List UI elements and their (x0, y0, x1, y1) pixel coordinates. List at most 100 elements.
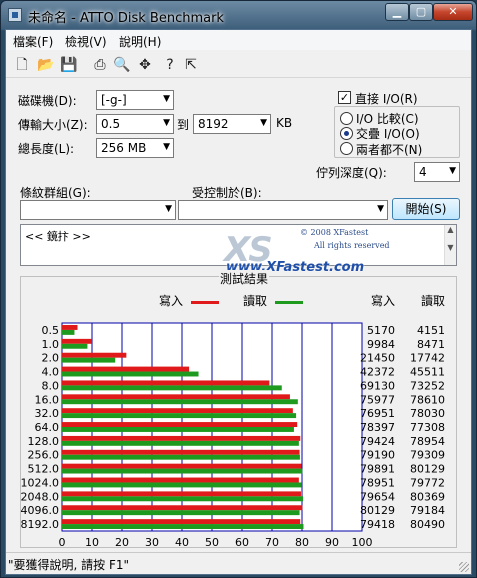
read-value: 17742 (410, 352, 445, 365)
direct-io-checkbox[interactable]: ✓ (338, 91, 351, 104)
menu-bar: 檔案(F) 檢視(V) 說明(H) (6, 30, 471, 50)
title-bar[interactable]: 未命名 - ATTO Disk Benchmark ▁ ▢ ✕ (1, 1, 476, 29)
x-tick-label: 0 (59, 536, 66, 549)
pattern-select[interactable]: ▼ (20, 200, 176, 220)
print-preview-icon[interactable]: 🔍 (113, 56, 131, 74)
row-label: 256.0 (28, 449, 60, 462)
close-button[interactable]: ✕ (433, 3, 473, 21)
x-tick-label: 80 (295, 536, 309, 549)
context-help-icon[interactable]: ⇱ (182, 56, 200, 74)
legend-read-label: 讀取 (243, 294, 267, 308)
write-bar (62, 519, 301, 525)
overlap-io-label: 交疊 I/O(O) (356, 127, 420, 141)
write-value: 78951 (360, 476, 395, 489)
direct-io-label: 直接 I/O(R) (355, 92, 418, 106)
write-value: 79654 (360, 490, 395, 503)
menu-file[interactable]: 檔案(F) (13, 33, 53, 50)
read-bar (62, 510, 300, 516)
neither-label: 兩者都不(N) (356, 143, 423, 157)
x-tick-label: 70 (265, 536, 279, 549)
transfer-max-select[interactable]: 8192 ▼ (193, 114, 271, 134)
queue-depth-select[interactable]: 4 ▼ (414, 162, 460, 182)
write-value: 79418 (360, 518, 395, 531)
chevron-down-icon: ▼ (163, 142, 170, 152)
row-label: 2.0 (42, 352, 60, 365)
transfer-max-value: 8192 (198, 117, 229, 131)
help-icon[interactable]: ? (161, 56, 179, 74)
write-value: 69130 (360, 379, 395, 392)
io-compare-radio[interactable] (340, 112, 353, 125)
neither-radio[interactable] (340, 142, 353, 155)
write-bar (62, 352, 127, 358)
drive-label: 磁碟機(D): (18, 94, 77, 108)
drive-select[interactable]: [-g-] ▼ (96, 90, 174, 110)
results-title: 測試結果 (219, 270, 270, 287)
transfer-to-label: 到 (177, 118, 190, 132)
app-icon (8, 8, 22, 22)
write-value: 76951 (360, 407, 395, 420)
read-bar (62, 440, 299, 446)
controlled-by-select[interactable]: ▼ (178, 200, 388, 220)
drive-value: [-g-] (101, 93, 127, 107)
client-area: 檔案(F) 檢視(V) 說明(H) 🗋 📂 💾 ⎙ 🔍 ✥ ? ⇱ 磁碟機(D)… (5, 29, 472, 575)
memo-scrollbar[interactable]: ▲ ▼ (444, 225, 456, 265)
app-window: 未命名 - ATTO Disk Benchmark ▁ ▢ ✕ 檔案(F) 檢視… (0, 0, 477, 578)
menu-view[interactable]: 檢視(V) (65, 33, 107, 50)
start-button[interactable]: 開始(S) (392, 198, 460, 220)
write-bar (62, 435, 301, 441)
move-icon[interactable]: ✥ (136, 56, 154, 74)
row-label: 4.0 (42, 366, 60, 379)
open-icon[interactable]: 📂 (37, 56, 55, 74)
read-bar (62, 385, 282, 391)
chevron-down-icon: ▼ (165, 204, 172, 214)
chevron-down-icon: ▼ (449, 166, 456, 176)
resize-grip-icon[interactable] (459, 562, 469, 572)
write-bar (62, 380, 270, 386)
row-label: 64.0 (35, 421, 60, 434)
write-bar (62, 366, 190, 372)
transfer-size-label: 傳輸大小(Z): (18, 118, 88, 132)
x-tick-label: 10 (85, 536, 99, 549)
read-value: 73252 (410, 379, 445, 392)
save-icon[interactable]: 💾 (60, 56, 78, 74)
overlap-io-radio[interactable] (340, 127, 353, 140)
transfer-min-value: 0.5 (101, 117, 121, 131)
read-bar (62, 454, 300, 460)
controlled-by-label: 受控制於(B): (192, 186, 262, 200)
write-value: 79190 (360, 449, 395, 462)
print-icon[interactable]: ⎙ (91, 56, 109, 74)
write-value: 79424 (360, 435, 395, 448)
total-length-select[interactable]: 256 MB ▼ (96, 138, 174, 158)
read-value: 80369 (410, 490, 445, 503)
menu-help[interactable]: 說明(H) (119, 33, 161, 50)
queue-depth-label: 佇列深度(Q): (316, 166, 387, 180)
write-value: 5170 (367, 324, 395, 337)
row-label: 2048.0 (21, 490, 59, 503)
new-icon[interactable]: 🗋 (13, 56, 31, 74)
read-bar (62, 371, 199, 377)
chevron-down-icon: ▼ (163, 94, 170, 104)
row-label: 4096.0 (21, 504, 59, 517)
chevron-down-icon: ▼ (163, 118, 170, 128)
row-label: 1024.0 (21, 476, 59, 489)
minimize-button[interactable]: ▁ (385, 3, 409, 21)
transfer-min-select[interactable]: 0.5 ▼ (96, 114, 174, 134)
read-bar (62, 524, 304, 529)
read-value: 8471 (417, 338, 445, 351)
benchmark-chart: 寫入 讀取 寫入 讀取 0 10 20 30 40 50 60 70 80 90 100 0.5 5170 415… (21, 293, 446, 565)
results-panel: 測試結果 寫入 讀取 寫入 讀取 0 10 20 30 40 50 60 70 80 90 100 0.5 51… (20, 270, 457, 565)
read-value: 78030 (410, 407, 445, 420)
row-label: 8192.0 (21, 518, 59, 531)
write-bar (62, 505, 303, 511)
read-bar (62, 496, 304, 502)
maximize-button[interactable]: ▢ (409, 3, 433, 21)
read-value: 45511 (410, 366, 445, 379)
row-label: 32.0 (35, 407, 60, 420)
row-label: 0.5 (42, 324, 60, 337)
write-bar (62, 449, 300, 455)
read-bar (62, 427, 294, 432)
legend-write-swatch (191, 301, 219, 304)
legend-write-label: 寫入 (159, 293, 183, 308)
read-column-header: 讀取 (421, 294, 445, 308)
queue-depth-value: 4 (419, 165, 427, 179)
